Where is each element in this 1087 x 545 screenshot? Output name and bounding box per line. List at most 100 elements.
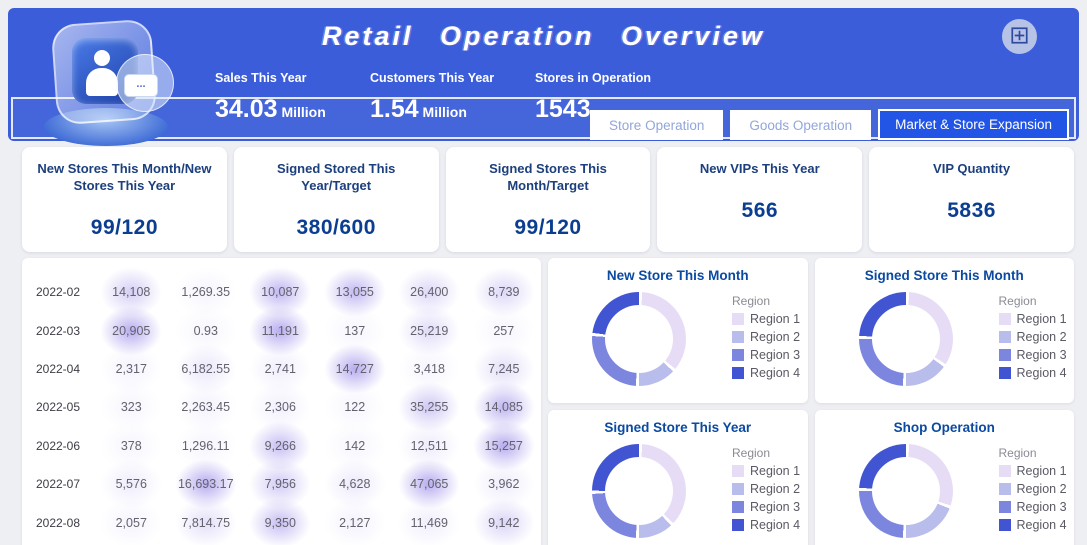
monthly-metrics-table: 2022-02 14,108 1,269.35 10,087 13,055 26,400 8…: [22, 258, 541, 545]
row-month-label: 2022-04: [35, 361, 81, 376]
header-stats: Sales This Year 34.03 Million Customers Th…: [215, 71, 651, 124]
legend-swatch: [732, 349, 744, 361]
table-cell[interactable]: 323: [94, 382, 169, 433]
table-cell[interactable]: 137: [318, 305, 393, 356]
legend-swatch: [732, 483, 744, 495]
table-cell[interactable]: 14,085: [467, 382, 542, 433]
tab-goods-operation[interactable]: Goods Operation: [730, 110, 872, 140]
table-cell[interactable]: 2,127: [318, 497, 393, 545]
table-cell[interactable]: 1,269.35: [169, 267, 244, 318]
table-cell[interactable]: 14,727: [318, 343, 393, 394]
legend-title: Region: [998, 294, 1037, 308]
table-cell[interactable]: 257: [467, 305, 542, 356]
table-cell[interactable]: 2,057: [94, 497, 169, 545]
table-cell[interactable]: 3,418: [392, 343, 467, 394]
header: ... Retail Operation Overview Sales This…: [8, 8, 1079, 146]
donut-signed-store-this-month[interactable]: [858, 292, 953, 386]
legend-swatch: [998, 313, 1011, 325]
layout-grid-icon: [1011, 26, 1028, 47]
table-cell[interactable]: 12,511: [392, 420, 467, 471]
table-cell[interactable]: 378: [94, 420, 169, 471]
tab-store-operation[interactable]: Store Operation: [590, 110, 724, 140]
table-cell[interactable]: 8,739: [467, 267, 542, 318]
donut-new-store-this-month[interactable]: [592, 292, 686, 386]
table-cell[interactable]: 5,576: [94, 459, 169, 510]
legend-item-region-4[interactable]: Region 4: [732, 518, 800, 532]
legend-item-region-4[interactable]: Region 4: [998, 366, 1067, 380]
table-cell[interactable]: 9,142: [467, 497, 542, 545]
legend-swatch: [998, 367, 1011, 379]
stat-label: Stores in Operation: [535, 71, 651, 85]
table-cell[interactable]: 35,255: [392, 382, 467, 433]
kpi-card-label: New Stores This Month/New Stores This Ye…: [37, 161, 212, 193]
table-cell[interactable]: 14,108: [94, 267, 169, 318]
table-cell[interactable]: 6,182.55: [169, 343, 244, 394]
table-cell[interactable]: 9,266: [243, 420, 318, 471]
table-cell[interactable]: 26,400: [392, 267, 467, 318]
legend-item-region-3[interactable]: Region 3: [998, 500, 1067, 514]
table-cell[interactable]: 16,693.17: [169, 459, 244, 510]
table-cell[interactable]: 1,296.11: [169, 420, 244, 471]
legend-item-region-3[interactable]: Region 3: [732, 500, 800, 514]
legend-swatch: [732, 331, 744, 343]
kpi-row: New Stores This Month/New Stores This Ye…: [22, 147, 1074, 252]
table-cell[interactable]: 7,814.75: [169, 497, 244, 545]
legend: Region Region 1 Region 2 Region 3 Region 4: [732, 446, 800, 532]
person-icon: [94, 50, 110, 66]
donut-signed-store-this-year[interactable]: [592, 444, 686, 538]
table-cell[interactable]: 11,191: [243, 305, 318, 356]
legend-swatch: [732, 313, 744, 325]
donut-card-shop-operation: Shop Operation Region Region 1 Region 2 Regi…: [814, 410, 1074, 545]
layout-grid-button[interactable]: [1002, 19, 1037, 54]
table-cell[interactable]: 13,055: [318, 267, 393, 318]
legend-swatch: [998, 519, 1011, 531]
donut-shop-operation[interactable]: [858, 444, 953, 538]
row-month-label: 2022-02: [35, 285, 81, 300]
stat-value: 34.03 Million: [215, 95, 326, 123]
legend-item-region-1[interactable]: Region 1: [998, 312, 1067, 326]
legend-item-region-1[interactable]: Region 1: [732, 464, 800, 478]
table-cell[interactable]: 25,219: [392, 305, 467, 356]
legend-item-region-2[interactable]: Region 2: [732, 330, 800, 344]
donut-card-new-store-this-month: New Store This Month Region Region 1 Region…: [548, 258, 808, 403]
table-cell[interactable]: 2,317: [94, 343, 169, 394]
kpi-card-value: 566: [741, 198, 779, 222]
table-cell[interactable]: 20,905: [94, 305, 169, 356]
table-cell[interactable]: 9,350: [243, 497, 318, 545]
table-cell[interactable]: 2,306: [243, 382, 318, 433]
table-cell[interactable]: 4,628: [318, 459, 393, 510]
legend-item-region-1[interactable]: Region 1: [732, 312, 800, 326]
table-cell[interactable]: 47,065: [392, 459, 467, 510]
table-cell[interactable]: 10,087: [243, 267, 318, 318]
legend-item-region-2[interactable]: Region 2: [732, 482, 800, 496]
table-cell[interactable]: 2,741: [243, 343, 318, 394]
table-cell[interactable]: 15,257: [467, 420, 542, 471]
table-cell[interactable]: 7,956: [243, 459, 318, 510]
donut-card-signed-store-this-year: Signed Store This Year Region Region 1 Regi…: [548, 410, 808, 545]
table-cell[interactable]: 142: [318, 420, 393, 471]
kpi-card-value: 99/120: [90, 215, 159, 239]
stat-value: 1.54 Million: [370, 95, 467, 123]
legend: Region Region 1 Region 2 Region 3 Region 4: [998, 294, 1067, 380]
table-cell[interactable]: 2,263.45: [169, 382, 244, 433]
table-cell[interactable]: 122: [318, 382, 393, 433]
legend-item-region-2[interactable]: Region 2: [998, 482, 1067, 496]
legend-title: Region: [732, 446, 771, 460]
table-cell[interactable]: 0.93: [169, 305, 244, 356]
legend-item-region-4[interactable]: Region 4: [998, 518, 1067, 532]
row-month-label: 2022-05: [35, 400, 81, 415]
table-cell[interactable]: 3,962: [467, 459, 542, 510]
legend-item-region-4[interactable]: Region 4: [732, 366, 800, 380]
legend-swatch: [732, 465, 744, 477]
kpi-card-value: 5836: [947, 198, 996, 222]
table-cell[interactable]: 11,469: [392, 497, 467, 545]
legend: Region Region 1 Region 2 Region 3 Region 4: [998, 446, 1067, 532]
legend-item-region-1[interactable]: Region 1: [998, 464, 1067, 478]
legend-item-region-2[interactable]: Region 2: [998, 330, 1067, 344]
legend-item-region-3[interactable]: Region 3: [998, 348, 1067, 362]
kpi-card-label: Signed Stores This Month/Target: [489, 161, 607, 193]
tab-market-store-expansion[interactable]: Market & Store Expansion: [878, 109, 1069, 140]
kpi-card-value: 380/600: [296, 215, 376, 239]
legend-item-region-3[interactable]: Region 3: [732, 348, 800, 362]
table-cell[interactable]: 7,245: [467, 343, 542, 394]
